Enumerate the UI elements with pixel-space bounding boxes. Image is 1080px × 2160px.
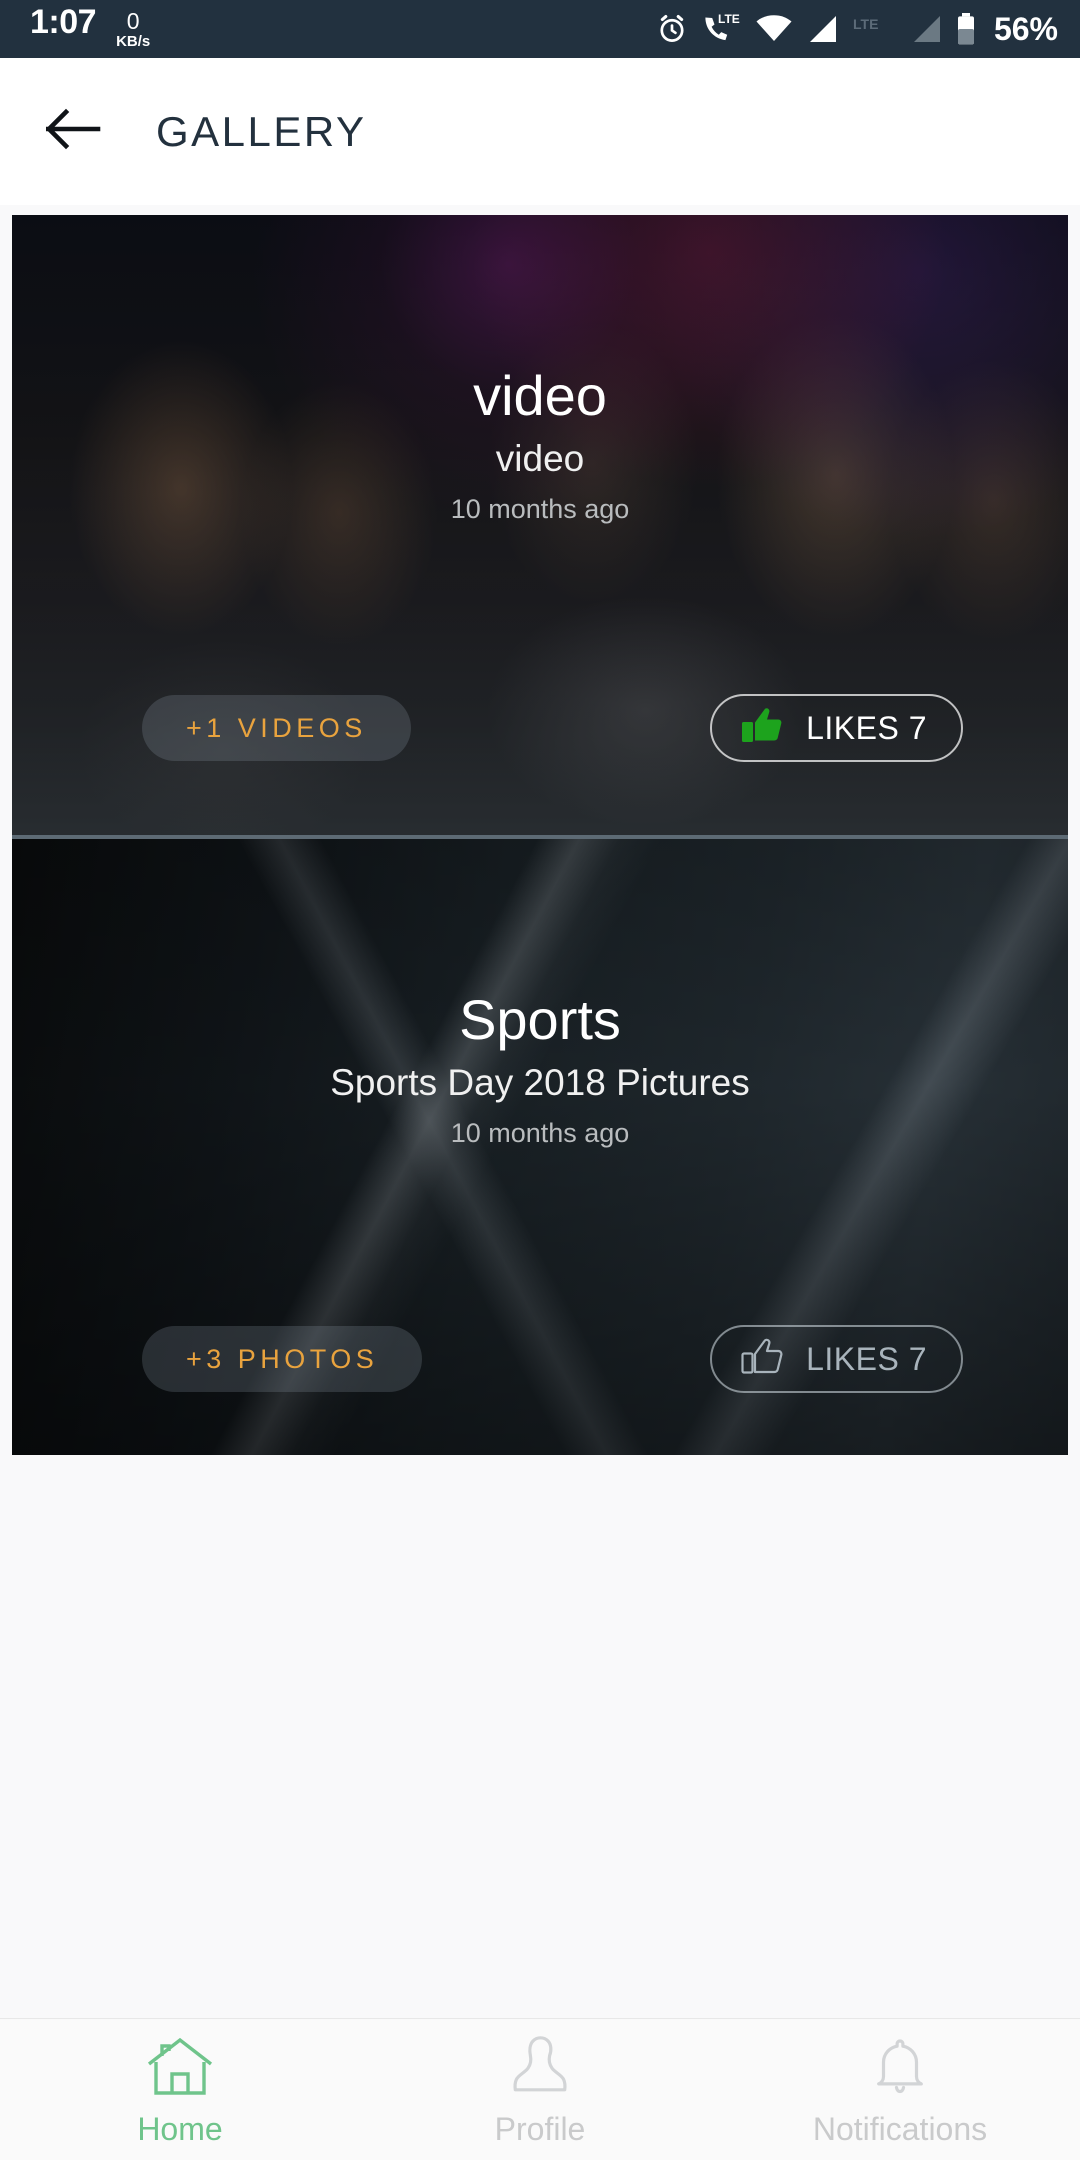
card-actions: +3 PHOTOS LIKES 7 — [12, 1325, 1068, 1393]
nav-label-notifications: Notifications — [812, 2111, 988, 2147]
media-count-label: +1 VIDEOS — [186, 712, 367, 743]
alarm-clock-icon — [655, 12, 689, 46]
likes-button[interactable]: LIKES 7 — [710, 694, 963, 762]
thumbs-up-outline-icon — [740, 1336, 784, 1383]
lte-call-icon: LTE — [702, 12, 742, 46]
bottom-navigation-bar: Home Profile Notifications — [0, 2018, 1080, 2160]
person-icon — [503, 2034, 577, 2106]
lte-label-icon: LTE — [851, 14, 897, 44]
nav-label-profile: Profile — [494, 2111, 586, 2147]
media-count-button[interactable]: +1 VIDEOS — [142, 695, 411, 761]
nav-label-home: Home — [137, 2111, 223, 2147]
svg-text:LTE: LTE — [853, 16, 878, 32]
card-content: Sports Sports Day 2018 Pictures 10 month… — [12, 839, 1068, 1455]
card-text-block: Sports Sports Day 2018 Pictures 10 month… — [12, 988, 1068, 1149]
status-bar-right: LTE LTE 56% — [655, 12, 1058, 46]
battery-percent-label: 56% — [993, 11, 1058, 47]
card-title: video — [473, 364, 607, 427]
home-icon — [143, 2034, 217, 2106]
gallery-card-list: video video 10 months ago +1 VIDEOS LIKE… — [12, 215, 1068, 1455]
gallery-card-video[interactable]: video video 10 months ago +1 VIDEOS LIKE… — [12, 215, 1068, 835]
app-bar: GALLERY — [0, 58, 1080, 205]
likes-button[interactable]: LIKES 7 — [710, 1325, 963, 1393]
signal-bars-secondary-icon — [910, 14, 942, 44]
nav-item-notifications[interactable]: Notifications — [720, 2034, 1080, 2145]
battery-icon — [955, 12, 977, 46]
nav-item-profile[interactable]: Profile — [360, 2034, 720, 2145]
likes-label: LIKES 7 — [806, 709, 927, 746]
card-text-block: video video 10 months ago — [12, 364, 1068, 525]
media-count-button[interactable]: +3 PHOTOS — [142, 1326, 423, 1392]
back-button[interactable] — [36, 94, 112, 170]
card-subtitle: video — [495, 437, 585, 479]
wifi-icon — [755, 14, 793, 44]
arrow-left-icon — [45, 107, 102, 156]
card-subtitle: Sports Day 2018 Pictures — [330, 1061, 750, 1103]
card-date: 10 months ago — [450, 494, 630, 525]
bell-icon — [863, 2034, 937, 2106]
media-count-label: +3 PHOTOS — [186, 1343, 379, 1374]
svg-text:LTE: LTE — [718, 12, 740, 26]
gallery-card-sports[interactable]: Sports Sports Day 2018 Pictures 10 month… — [12, 835, 1068, 1455]
status-bar-left: 1:07 0 KB/s — [30, 5, 150, 53]
status-clock: 1:07 — [30, 3, 97, 41]
card-title: Sports — [459, 988, 621, 1051]
app-root: 1:07 0 KB/s LTE LTE 56% GALLERY video vi… — [0, 0, 1080, 2160]
network-speed-indicator: 0 KB/s — [116, 8, 151, 50]
gallery-content: video video 10 months ago +1 VIDEOS LIKE… — [0, 205, 1080, 2018]
page-title: GALLERY — [156, 107, 367, 155]
card-actions: +1 VIDEOS LIKES 7 — [12, 694, 1068, 762]
nav-item-home[interactable]: Home — [0, 2034, 360, 2145]
status-bar: 1:07 0 KB/s LTE LTE 56% — [0, 0, 1080, 58]
card-date: 10 months ago — [450, 1118, 630, 1149]
card-content: video video 10 months ago +1 VIDEOS LIKE… — [12, 215, 1068, 835]
signal-bars-icon — [806, 14, 838, 44]
network-speed-value: 0 — [126, 8, 140, 34]
network-speed-unit: KB/s — [116, 33, 151, 50]
thumbs-up-filled-icon — [740, 705, 784, 752]
likes-label: LIKES 7 — [806, 1340, 927, 1377]
